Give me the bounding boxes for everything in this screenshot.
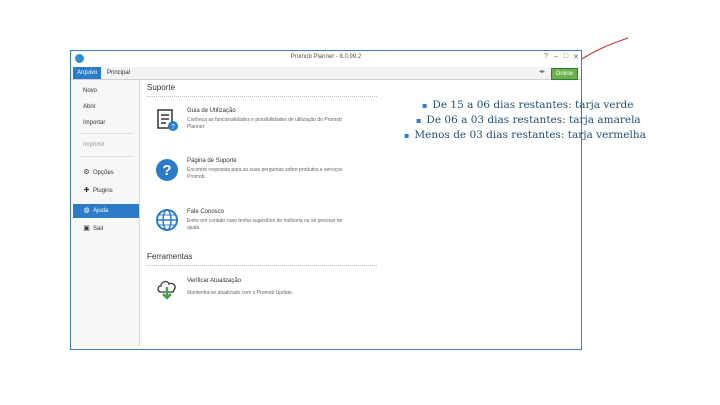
close-icon[interactable]: ✕ (571, 53, 581, 61)
sidebar-item-label: Novo (83, 88, 98, 94)
sidebar-item-imprimir: Imprimir (73, 138, 139, 152)
sidebar-divider (81, 133, 133, 134)
guia-utilizacao-link[interactable]: Guia de Utilização (187, 108, 236, 114)
note-text: Menos de 03 dias restantes: tarja vermel… (414, 129, 646, 141)
bullet-icon: ▪ (404, 131, 410, 140)
fale-conosco-link[interactable]: Fale Conosco (187, 209, 224, 215)
gear-icon: ⚙ (83, 169, 90, 176)
sidebar-divider (81, 156, 133, 157)
puzzle-icon: ✚ (83, 187, 90, 194)
bullet-icon: ▪ (422, 101, 428, 110)
note-line: ▪ De 06 a 03 dias restantes: tarja amarel… (404, 113, 674, 128)
verificar-atualizacao-desc: Mantenha-se atualizado com o Promob Upda… (187, 290, 294, 296)
app-window: Promob Planner - 8.0.99.2 ? – □ ✕ Arquiv… (70, 50, 582, 350)
online-button[interactable]: Online (550, 68, 578, 80)
sidebar-item-label: Plugins (93, 188, 113, 194)
exit-icon: ▣ (83, 225, 90, 232)
title-bar: Promob Planner - 8.0.99.2 ? – □ ✕ (71, 51, 581, 67)
verificar-atualizacao-link[interactable]: Verificar Atualização (187, 278, 241, 284)
ribbon-scroll-icon[interactable]: ◂▸ (539, 68, 545, 75)
help-icon[interactable]: ? (541, 53, 551, 60)
section-divider (147, 96, 377, 97)
backstage-sidebar: Novo Abrir Importar Imprimir ⚙ Opções ✚ Pl… (73, 80, 140, 346)
sidebar-item-plugins[interactable]: ✚ Plugins (73, 184, 139, 198)
bullet-icon: ▪ (416, 116, 422, 125)
question-icon[interactable]: ? (155, 158, 179, 182)
globe-icon: ◍ (83, 207, 90, 214)
window-title: Promob Planner - 8.0.99.2 (290, 54, 362, 60)
sidebar-item-sair[interactable]: ▣ Sair (73, 222, 139, 236)
sidebar-item-label: Ajuda (93, 208, 109, 214)
pagina-suporte-desc: Encontre respostas para as suas pergunta… (187, 167, 343, 180)
note-line: ▪ Menos de 03 dias restantes: tarja verme… (404, 128, 674, 143)
cloud-download-icon[interactable] (155, 276, 179, 300)
sidebar-item-label: Imprimir (83, 142, 105, 148)
maximize-icon[interactable]: □ (561, 53, 571, 60)
sidebar-item-importar[interactable]: Importar (73, 116, 139, 130)
sidebar-item-label: Opções (93, 170, 114, 176)
sidebar-item-novo[interactable]: Novo (73, 84, 139, 98)
note-text: De 15 a 06 dias restantes: tarja verde (432, 99, 634, 111)
sidebar-item-label: Sair (93, 226, 104, 232)
section-title-suporte: Suporte (147, 83, 176, 92)
sidebar-item-label: Importar (83, 120, 106, 126)
fale-conosco-desc: Entre em contato caso tenha sugestões de… (187, 218, 343, 231)
minimize-icon[interactable]: – (551, 53, 561, 60)
sidebar-item-abrir[interactable]: Abrir (73, 100, 139, 114)
pagina-suporte-link[interactable]: Página de Suporte (187, 158, 237, 164)
sidebar-item-label: Abrir (83, 104, 96, 110)
svg-text:?: ? (162, 162, 171, 179)
sidebar-item-opcoes[interactable]: ⚙ Opções (73, 166, 139, 180)
tab-principal[interactable]: Principal (103, 67, 134, 79)
guia-utilizacao-desc: Conheça as funcionalidades e possibilida… (187, 117, 342, 130)
globe-icon[interactable] (155, 208, 179, 232)
sidebar-item-ajuda[interactable]: ◍ Ajuda (73, 204, 139, 218)
note-text: De 06 a 03 dias restantes: tarja amarela (426, 114, 641, 126)
tab-arquivo[interactable]: Arquivo (73, 67, 102, 79)
ribbon-bar: Arquivo Principal ◂▸ Online (71, 67, 581, 80)
note-line: ▪ De 15 a 06 dias restantes: tarja verde (404, 98, 674, 113)
document-help-icon[interactable]: ? (155, 108, 179, 132)
section-title-ferramentas: Ferramentas (147, 252, 193, 261)
svg-text:?: ? (171, 124, 175, 131)
license-color-notes: ▪ De 15 a 06 dias restantes: tarja verde … (404, 98, 674, 143)
section-divider (147, 265, 377, 266)
